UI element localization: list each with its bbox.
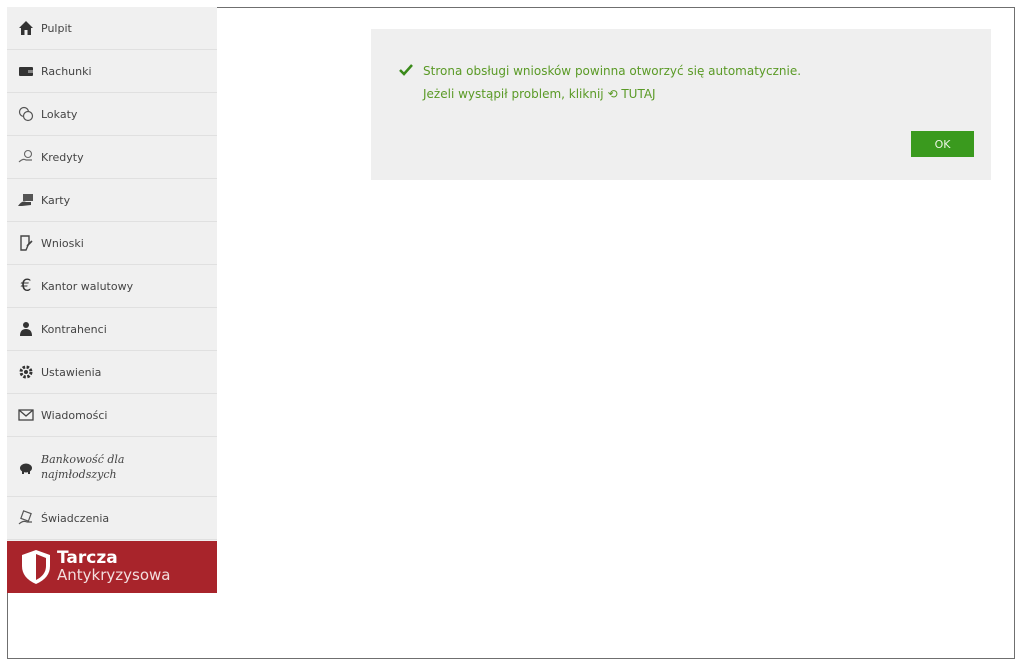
- document-icon: [17, 234, 35, 252]
- sidebar-item-label: Lokaty: [41, 107, 78, 121]
- sidebar-item-rachunki[interactable]: Rachunki: [7, 50, 217, 93]
- sidebar-item-bankowosc-dla-najmlodszych[interactable]: Bankowość dla najmłodszych: [7, 437, 217, 497]
- sidebar-item-wiadomosci[interactable]: Wiadomości: [7, 394, 217, 437]
- sidebar-item-label: Świadczenia: [41, 511, 110, 525]
- sidebar-item-label: Kredyty: [41, 150, 84, 164]
- tarcza-antykryzysowa-banner[interactable]: Tarcza Antykryzysowa: [7, 541, 217, 593]
- sidebar-nav: Pulpit Rachunki Lokaty Kredyty Karty Wni…: [7, 7, 217, 593]
- sidebar-item-label: Ustawienia: [41, 365, 102, 379]
- sidebar-item-label-line2: najmłodszych: [41, 467, 117, 481]
- sidebar-item-pulpit[interactable]: Pulpit: [7, 7, 217, 50]
- sidebar-item-swiadczenia[interactable]: Świadczenia: [7, 497, 217, 540]
- sidebar-item-kredyty[interactable]: Kredyty: [7, 136, 217, 179]
- notice-message: Strona obsługi wniosków powinna otworzyć…: [423, 64, 802, 78]
- sidebar-item-label: Bankowość dla najmłodszych: [41, 452, 124, 482]
- sidebar-item-label: Kantor walutowy: [41, 279, 134, 293]
- notice-problem-line: Jeżeli wystąpił problem, kliknij ⟲ TUTAJ: [423, 87, 656, 101]
- gear-icon: [17, 363, 35, 381]
- piggy-bank-icon: [17, 458, 35, 476]
- notice-problem-text: Jeżeli wystąpił problem, kliknij: [423, 87, 604, 101]
- sidebar-item-wnioski[interactable]: Wnioski: [7, 222, 217, 265]
- checkmark-icon: [399, 64, 413, 76]
- sidebar-item-kantor[interactable]: € Kantor walutowy: [7, 265, 217, 308]
- sidebar-item-label: Karty: [41, 193, 71, 207]
- sidebar-item-kontrahenci[interactable]: Kontrahenci: [7, 308, 217, 351]
- sidebar-item-lokaty[interactable]: Lokaty: [7, 93, 217, 136]
- euro-icon: €: [20, 276, 32, 296]
- sidebar-item-label: Rachunki: [41, 64, 92, 78]
- home-icon: [17, 19, 35, 37]
- person-icon: [17, 320, 35, 338]
- coins-icon: [17, 105, 35, 123]
- sidebar-item-label-line1: Bankowość dla: [41, 452, 125, 466]
- sidebar-item-label: Pulpit: [41, 21, 72, 35]
- sidebar-item-label: Wiadomości: [41, 408, 108, 422]
- tarcza-subtitle: Antykryzysowa: [57, 566, 171, 584]
- envelope-icon: [17, 406, 35, 424]
- tarcza-text: Tarcza Antykryzysowa: [57, 550, 170, 584]
- sidebar-item-ustawienia[interactable]: Ustawienia: [7, 351, 217, 394]
- shield-icon: [22, 550, 50, 584]
- wallet-icon: [17, 62, 35, 80]
- benefits-icon: [17, 509, 35, 527]
- ok-button[interactable]: OK: [911, 131, 974, 157]
- hand-coins-icon: [17, 148, 35, 166]
- tarcza-title: Tarcza: [57, 548, 118, 568]
- sidebar-item-label: Kontrahenci: [41, 322, 107, 336]
- sidebar-item-label: Wnioski: [41, 236, 84, 250]
- info-notice-panel: Strona obsługi wniosków powinna otworzyć…: [371, 29, 991, 180]
- external-link-icon: ⟲: [607, 87, 618, 101]
- card-hand-icon: [17, 191, 35, 209]
- here-link-label: TUTAJ: [621, 87, 656, 101]
- sidebar-item-karty[interactable]: Karty: [7, 179, 217, 222]
- here-link[interactable]: ⟲ TUTAJ: [607, 87, 655, 101]
